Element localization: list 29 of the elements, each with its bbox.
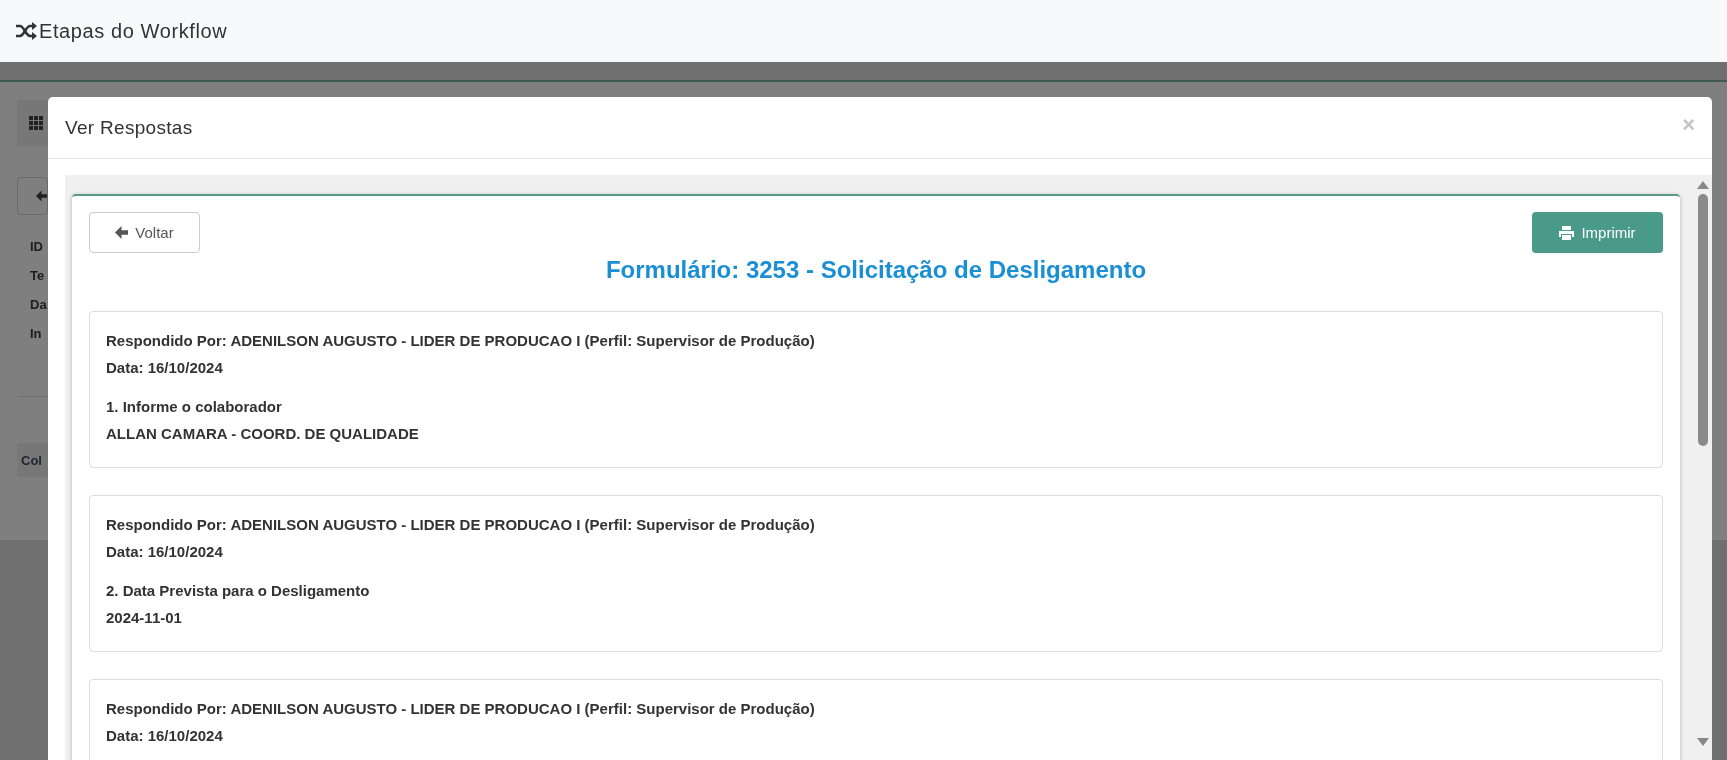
answered-by-text: Respondido Por: ADENILSON AUGUSTO - LIDER DE PRODUCAO I (Perfil: Supervisor de Produção) — [106, 515, 816, 535]
tab[interactable]: Col — [17, 443, 48, 477]
field-label: In — [30, 325, 42, 343]
question-text: 1. Informe o colaborador — [106, 397, 283, 417]
scroll-up-icon[interactable] — [1696, 181, 1709, 189]
scrollbar[interactable] — [1693, 175, 1712, 760]
field-label: Te — [30, 267, 45, 285]
answered-by-text: Respondido Por: ADENILSON AUGUSTO - LIDER DE PRODUCAO I (Perfil: Supervisor de Produção) — [106, 331, 816, 351]
question-text: 2. Data Prevista para o Desligamento — [106, 581, 371, 601]
arrow-left-icon — [115, 226, 129, 239]
arrow-left-icon — [36, 190, 47, 202]
form-title: Formulário: 3253 - Solicitação de Desligamento — [604, 257, 1148, 283]
page-title: Etapas do Workflow — [39, 19, 228, 43]
printer-icon — [1559, 225, 1575, 240]
date-text: Data: 16/10/2024 — [106, 358, 224, 378]
field-label: Da — [30, 296, 47, 314]
answered-by-text: Respondido Por: ADENILSON AUGUSTO - LIDER DE PRODUCAO I (Perfil: Supervisor de Produção) — [106, 699, 816, 719]
back-button[interactable]: Voltar — [89, 212, 200, 253]
date-text: Data: 16/10/2024 — [106, 726, 224, 746]
shuffle-icon — [15, 22, 37, 40]
grid-icon — [29, 116, 43, 130]
answer-text: ALLAN CAMARA - COORD. DE QUALIDADE — [106, 424, 420, 444]
answer-text: 2024-11-01 — [106, 608, 183, 628]
print-button[interactable]: Imprimir — [1532, 212, 1663, 253]
scrollbar-thumb[interactable] — [1697, 194, 1708, 446]
modal-title: Ver Respostas — [65, 116, 193, 139]
field-label: ID — [30, 238, 43, 256]
scroll-down-icon[interactable] — [1696, 738, 1709, 746]
date-text: Data: 16/10/2024 — [106, 542, 224, 562]
